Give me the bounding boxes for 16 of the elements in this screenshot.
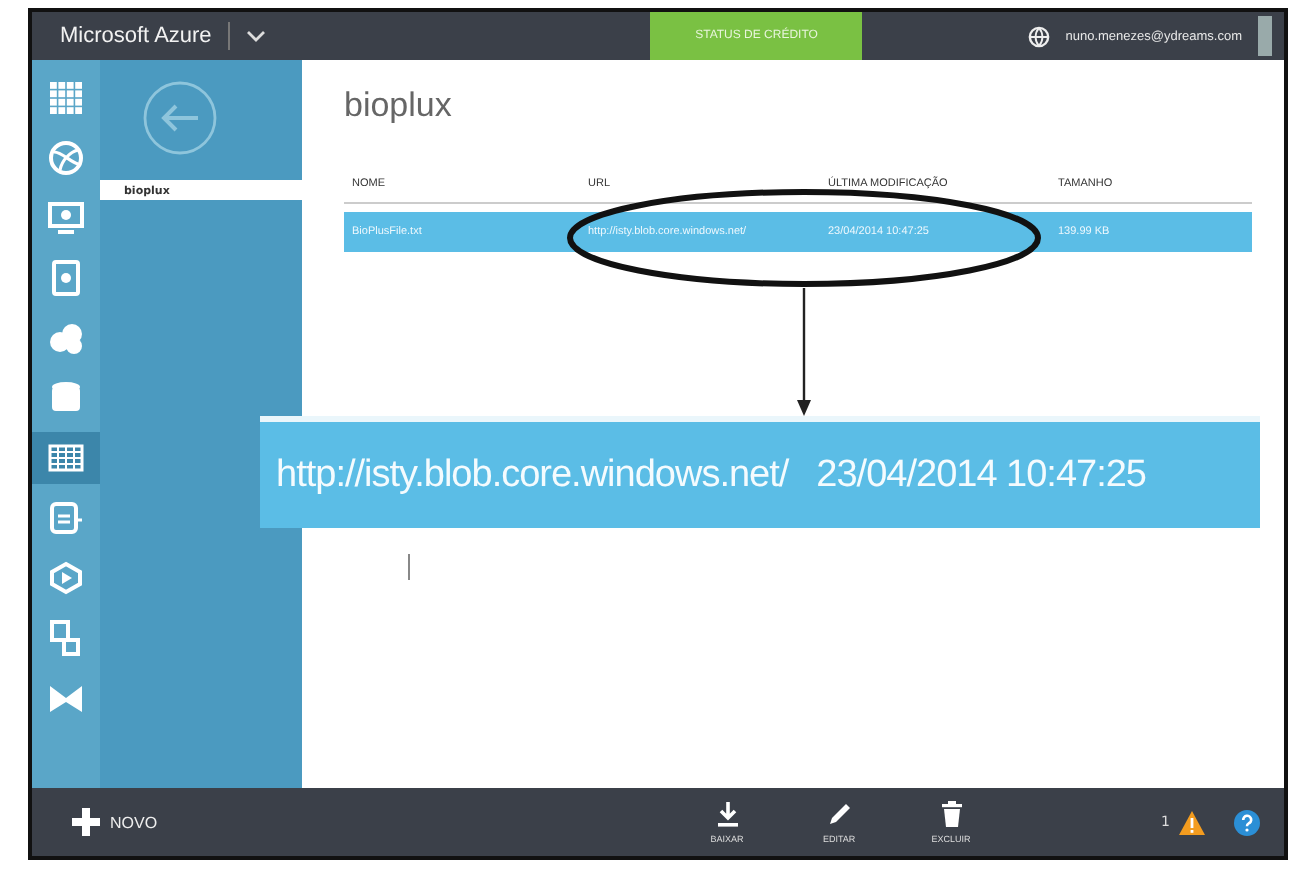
page-title: bioplux	[344, 86, 454, 126]
sidebar-icon[interactable]	[32, 432, 100, 484]
download-icon	[713, 800, 742, 828]
warning-icon[interactable]	[1178, 809, 1206, 835]
zoomed-text: 23/04/2014 10:47:25	[816, 453, 1147, 497]
new-button[interactable]: NOVO	[72, 808, 158, 836]
pencil-icon	[825, 800, 854, 828]
pointer-arrow	[796, 288, 812, 416]
text-cursor	[408, 554, 410, 580]
globe-icon[interactable]	[1027, 25, 1050, 47]
portal-title: Microsoft Azure	[60, 24, 212, 48]
chevron-down-icon[interactable]	[245, 30, 266, 42]
help-icon[interactable]	[1234, 809, 1260, 835]
zoomed-text: http://isty.blob.core.windows.net/	[276, 453, 789, 497]
plus-icon	[72, 808, 100, 836]
trash-icon	[937, 800, 966, 828]
